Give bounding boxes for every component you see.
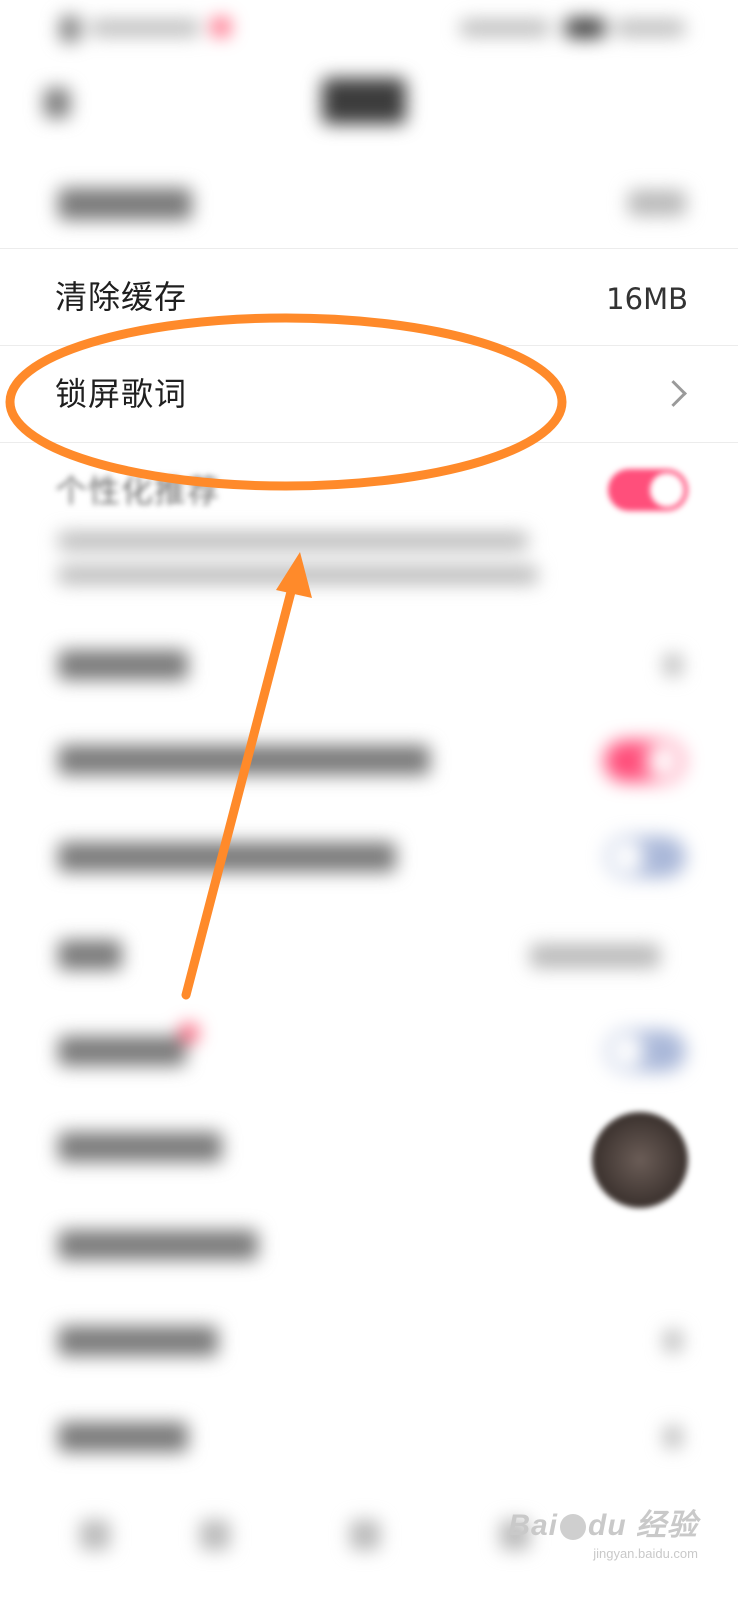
row-label-blurred [58,1326,218,1356]
status-carrier [90,20,200,36]
status-icon [60,16,80,42]
toggle-knob [610,1034,644,1068]
row-label-blurred [58,650,188,680]
watermark-brand-left: Bai [508,1509,558,1542]
watermark-brand-right: du [588,1509,627,1542]
settings-screen: 清除缓存 16MB 锁屏歌词 个性化推荐 Bai du 经验 jingyan.b… [0,0,738,1600]
battery-icon [565,18,605,38]
personalized-recommend-label: 个性化推荐 [55,472,221,510]
clear-cache-label: 清除缓存 [55,278,188,316]
lock-screen-lyrics-label: 锁屏歌词 [55,375,188,413]
toggle-switch[interactable] [606,836,686,878]
settings-row-blurred[interactable] [0,160,738,245]
toggle-knob [650,473,684,507]
tab-icon[interactable] [350,1520,380,1550]
back-arrow-icon[interactable] [44,88,70,118]
row-label-blurred [58,1230,258,1260]
cache-size-value: 16MB [606,282,688,316]
clear-cache-row[interactable]: 清除缓存 16MB [0,249,738,345]
toggle-switch[interactable] [604,740,684,782]
row-label-blurred [58,1422,188,1452]
row-label-blurred [58,842,396,872]
row-value-blurred [530,944,660,968]
row-label-blurred [58,940,122,970]
row-label-blurred [58,745,430,775]
arrow-shaft [181,583,297,1000]
page-title [322,78,406,124]
personalized-recommend-description [0,520,738,600]
status-bar [0,0,738,60]
watermark-url: jingyan.baidu.com [593,1546,698,1561]
watermark-brand-cn: 经验 [636,1509,698,1542]
toggle-knob [646,744,680,778]
status-speed [460,20,550,36]
status-time [615,20,685,36]
row-label-blurred [58,1132,222,1162]
tab-icon[interactable] [80,1520,110,1550]
row-value-blurred [628,190,686,216]
row-label-blurred [58,188,192,220]
notification-dot [180,1024,198,1042]
watermark-brand: Bai du 经验 [508,1500,698,1544]
nav-bar [0,60,738,152]
lock-screen-lyrics-row[interactable]: 锁屏歌词 [0,346,738,442]
chevron-right-icon [664,654,682,676]
baidu-watermark: Bai du 经验 jingyan.baidu.com [508,1500,698,1561]
tab-icon[interactable] [200,1520,230,1550]
toggle-switch[interactable] [606,1030,686,1072]
chevron-right-icon [664,1426,682,1448]
toggle-knob [610,840,644,874]
description-line [58,566,538,584]
personalized-recommend-toggle[interactable] [608,469,688,511]
chevron-right-icon [660,380,687,407]
paw-icon [560,1514,586,1541]
description-line [58,532,528,550]
notification-dot [212,18,230,36]
chevron-right-icon [664,1330,682,1352]
row-label-blurred [58,1036,186,1066]
floating-music-disc[interactable] [592,1112,688,1208]
